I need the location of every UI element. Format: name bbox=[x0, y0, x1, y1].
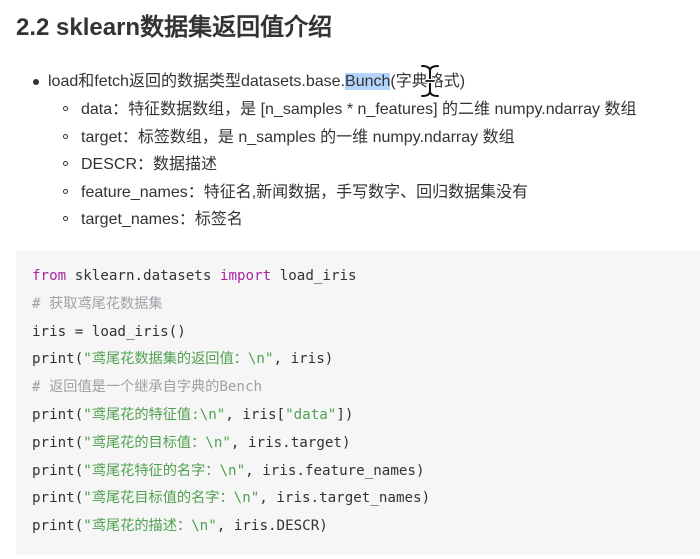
code-line-print-target-names: print("鸢尾花目标值的名字：\n", iris.target_names) bbox=[32, 485, 430, 513]
sub-item-target: target：标签数组，是 n_samples 的一维 numpy.ndarra… bbox=[0, 124, 700, 152]
code-token: print( bbox=[32, 490, 84, 507]
code-token: ]) bbox=[336, 406, 354, 423]
sub-item-text: target_names：标签名 bbox=[81, 211, 243, 228]
string-token: "鸢尾花的描述：\n" bbox=[83, 518, 217, 535]
code-line-print-target: print("鸢尾花的目标值：\n", iris.target) bbox=[32, 430, 430, 458]
keyword-token: from bbox=[32, 268, 67, 284]
page-title: 2.2 sklearn数据集返回值介绍 bbox=[16, 14, 333, 41]
code-line-print-data: print("鸢尾花的特征值:\n", iris["data"]) bbox=[32, 402, 430, 430]
code-line-print-feature-names: print("鸢尾花特征的名字：\n", iris.feature_names) bbox=[32, 458, 430, 486]
code-line-import: from sklearn.datasets import load_iris bbox=[32, 263, 430, 291]
sub-bullet-list: data：特征数据数组，是 [n_samples * n_features] 的… bbox=[0, 96, 700, 234]
code-lines: from sklearn.datasets import load_iris #… bbox=[32, 263, 430, 541]
code-token: , iris.feature_names) bbox=[245, 462, 425, 479]
string-token: "鸢尾花的目标值：\n" bbox=[83, 434, 231, 451]
code-line-print-descr: print("鸢尾花的描述：\n", iris.DESCR) bbox=[32, 513, 430, 541]
bullet-prefix-text: load和fetch返回的数据类型datasets.base. bbox=[48, 73, 346, 90]
code-comment-line: # 返回值是一个继承自字典的Bench bbox=[32, 379, 263, 396]
code-block[interactable]: from sklearn.datasets import load_iris #… bbox=[16, 250, 700, 555]
sub-item-text: target：标签数组，是 n_samples 的一维 numpy.ndarra… bbox=[81, 128, 515, 146]
sub-item-feature-names: feature_names：特征名,新闻数据，手写数字、回归数据集没有 bbox=[0, 179, 700, 207]
code-token: , iris.target_names) bbox=[259, 490, 431, 507]
code-token: , iris) bbox=[273, 351, 334, 368]
string-token: "鸢尾花特征的名字：\n" bbox=[83, 462, 246, 479]
code-token: , iris.target) bbox=[230, 434, 351, 451]
keyword-token: import bbox=[219, 268, 272, 284]
code-token: print( bbox=[32, 462, 84, 479]
circle-bullet-icon bbox=[63, 161, 68, 166]
sub-item-target-names: target_names：标签名 bbox=[0, 206, 700, 234]
code-token: , iris[ bbox=[225, 406, 286, 423]
sub-item-text: feature_names：特征名,新闻数据，手写数字、回归数据集没有 bbox=[81, 183, 529, 201]
string-token: "data" bbox=[285, 406, 337, 423]
circle-bullet-icon bbox=[63, 133, 68, 139]
sub-item-data: data：特征数据数组，是 [n_samples * n_features] 的… bbox=[0, 96, 700, 124]
sub-item-text: DESCR：数据描述 bbox=[81, 156, 218, 173]
bullet-list: load和fetch返回的数据类型datasets.base.Bunch(字典格… bbox=[0, 68, 700, 234]
bullet-dot-icon bbox=[33, 79, 39, 85]
code-token: print( bbox=[32, 351, 84, 368]
selected-text-bunch[interactable]: Bunch bbox=[345, 73, 391, 90]
string-token: "鸢尾花目标值的名字：\n" bbox=[83, 490, 260, 507]
code-line-print-dataset: print("鸢尾花数据集的返回值：\n", iris) bbox=[32, 346, 430, 374]
text-cursor-ibeam-icon bbox=[419, 64, 441, 98]
bullet-item-return-type: load和fetch返回的数据类型datasets.base.Bunch(字典格… bbox=[0, 68, 700, 96]
sub-item-text: data：特征数据数组，是 [n_samples * n_features] 的… bbox=[81, 101, 637, 118]
code-token: print( bbox=[32, 518, 84, 535]
code-line-load: iris = load_iris() bbox=[32, 323, 186, 340]
code-token: sklearn.datasets bbox=[66, 268, 220, 284]
string-token: "鸢尾花数据集的返回值：\n" bbox=[83, 351, 274, 368]
circle-bullet-icon bbox=[63, 106, 68, 111]
circle-bullet-icon bbox=[63, 188, 68, 194]
code-token: load_iris bbox=[271, 268, 357, 284]
code-token: , iris.DESCR) bbox=[216, 518, 328, 535]
sub-item-descr: DESCR：数据描述 bbox=[0, 151, 700, 179]
string-token: "鸢尾花的特征值:\n" bbox=[83, 406, 226, 423]
code-token: print( bbox=[32, 434, 84, 451]
code-token: print( bbox=[32, 406, 84, 423]
code-comment-line: # 获取鸢尾花数据集 bbox=[32, 295, 163, 312]
circle-bullet-icon bbox=[63, 216, 68, 221]
